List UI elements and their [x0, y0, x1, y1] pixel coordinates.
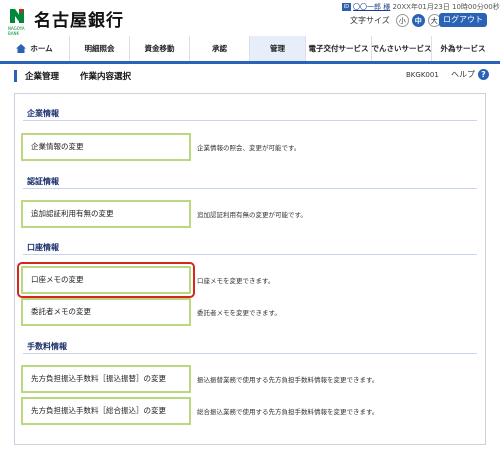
menu-row: 口座メモの変更 口座メモを変更できます。: [17, 262, 479, 298]
nav-electronic-delivery[interactable]: 電子交付サービス: [306, 36, 372, 61]
menu-description: 口座メモを変更できます。: [197, 277, 275, 285]
help-icon: ?: [478, 69, 489, 80]
font-size-switcher: 文字サイズ 小 中 大: [350, 13, 441, 27]
nav-statement-inquiry[interactable]: 明細照会: [70, 36, 130, 61]
nav-densai[interactable]: でんさいサービス: [372, 36, 432, 61]
font-size-label: 文字サイズ: [350, 15, 390, 25]
change-additional-auth-button[interactable]: 追加認証利用有無の変更: [21, 200, 191, 228]
user-info: ID 〇〇一郎 様 20XX年01月23日 10時00分00秒: [342, 2, 500, 12]
font-size-medium-button[interactable]: 中: [411, 13, 425, 27]
logout-button[interactable]: ログアウト: [439, 13, 487, 27]
section-divider: [23, 188, 477, 189]
title-accent-bar: [14, 70, 17, 82]
user-icon: ID: [342, 3, 351, 11]
login-datetime: 20XX年01月23日 10時00分00秒: [392, 3, 500, 11]
bank-logo: NAGOYA BANK: [8, 7, 32, 36]
nav-home-label: ホーム: [30, 44, 53, 53]
menu-panel: 企業情報 企業情報の変更 企業情報の照会、変更が可能です。 認証情報 追加認証利…: [14, 93, 486, 445]
bank-logo-icon: [8, 7, 26, 25]
logo-subtext: NAGOYA BANK: [8, 26, 25, 36]
bank-name: 名古屋銀行: [34, 11, 124, 31]
section-divider: [23, 254, 477, 255]
nav-fund-transfer[interactable]: 資金移動: [130, 36, 190, 61]
nav-management[interactable]: 管理: [250, 36, 306, 61]
menu-description: 振込振替業務で使用する先方負担手数料情報を変更できます。: [197, 376, 379, 384]
change-consignor-memo-button[interactable]: 委託者メモの変更: [21, 298, 191, 326]
section-title-auth-info: 認証情報: [27, 177, 59, 186]
change-account-memo-button[interactable]: 口座メモの変更: [17, 262, 195, 298]
screen-id: BKGK001: [406, 71, 439, 79]
section-title-account-info: 口座情報: [27, 243, 59, 252]
section-divider: [23, 120, 477, 121]
page-subtitle: 作業内容選択: [80, 72, 132, 82]
menu-row: 企業情報の変更 企業情報の照会、変更が可能です。: [21, 133, 479, 161]
change-company-info-button[interactable]: 企業情報の変更: [21, 133, 191, 161]
nav-home[interactable]: ホーム: [0, 36, 70, 61]
font-size-small-button[interactable]: 小: [395, 13, 409, 27]
menu-row: 先方負担振込手数料［総合振込］の変更 総合振込業務で使用する先方負担手数料情報を…: [21, 397, 479, 425]
global-nav: ホーム 明細照会 資金移動 承認 管理 電子交付サービス でんさいサービス 外為…: [0, 36, 500, 64]
menu-row: 先方負担振込手数料［振込振替］の変更 振込振替業務で使用する先方負担手数料情報を…: [21, 365, 479, 393]
help-label: ヘルプ: [451, 70, 475, 79]
section-title-fee-info: 手数料情報: [27, 342, 67, 351]
menu-description: 委託者メモを変更できます。: [197, 309, 281, 317]
nav-approval[interactable]: 承認: [190, 36, 250, 61]
page-title-bar: 企業管理 作業内容選択 BKGK001 ヘルプ ?: [0, 64, 500, 88]
page-title: 企業管理: [25, 72, 60, 82]
menu-row: 追加認証利用有無の変更 追加認証利用有無の変更が可能です。: [21, 200, 479, 228]
home-icon: [16, 44, 27, 53]
section-divider: [23, 353, 477, 354]
help-link[interactable]: ヘルプ ?: [451, 69, 489, 80]
header: NAGOYA BANK 名古屋銀行 ID 〇〇一郎 様 20XX年01月23日 10…: [0, 0, 500, 36]
menu-description: 企業情報の照会、変更が可能です。: [197, 144, 301, 152]
menu-row: 委託者メモの変更 委託者メモを変更できます。: [21, 298, 479, 326]
section-title-company-info: 企業情報: [27, 109, 59, 118]
menu-description: 追加認証利用有無の変更が可能です。: [197, 211, 307, 219]
user-name[interactable]: 〇〇一郎 様: [353, 3, 390, 11]
change-bulk-transfer-fee-button[interactable]: 先方負担振込手数料［総合振込］の変更: [21, 397, 191, 425]
change-transfer-fee-button[interactable]: 先方負担振込手数料［振込振替］の変更: [21, 365, 191, 393]
menu-description: 総合振込業務で使用する先方負担手数料情報を変更できます。: [197, 408, 379, 416]
nav-foreign-exchange[interactable]: 外為サービス: [432, 36, 494, 61]
